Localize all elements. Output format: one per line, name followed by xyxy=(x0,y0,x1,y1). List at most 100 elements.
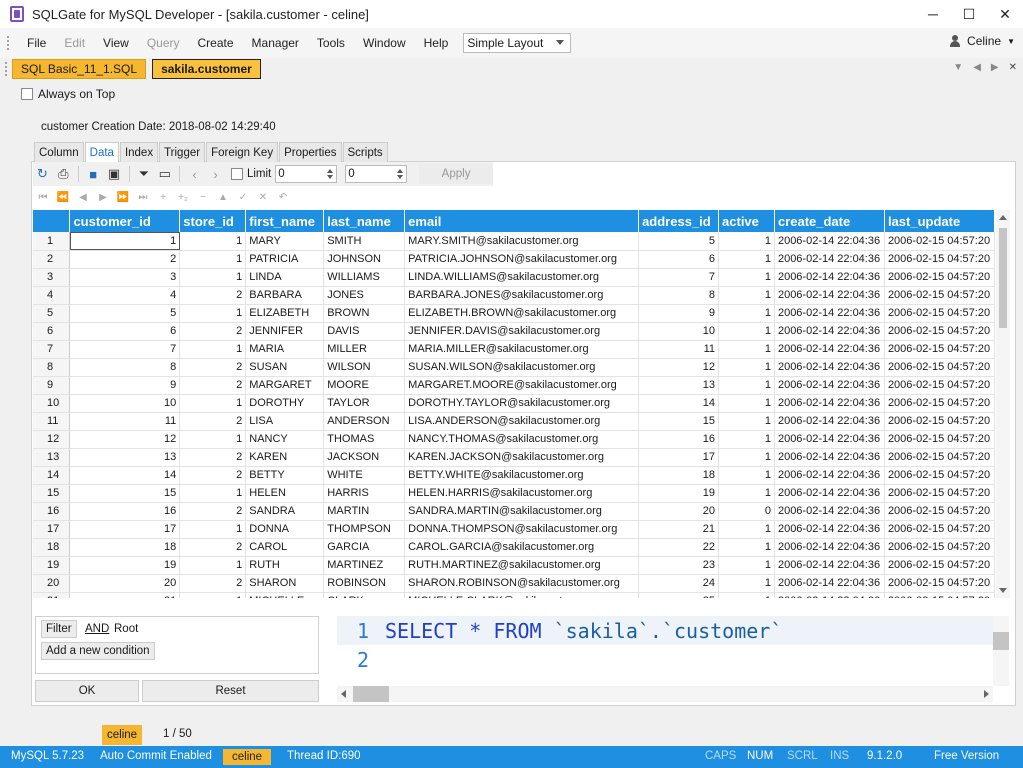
grid-cell[interactable]: 2006-02-14 22:04:36 xyxy=(774,520,885,539)
spinner-down-icon[interactable] xyxy=(397,175,404,179)
tab-column[interactable]: Column xyxy=(34,142,84,162)
grid-cell[interactable]: MARTIN xyxy=(323,502,406,521)
row-number-cell[interactable]: 13 xyxy=(33,448,71,467)
grid-cell[interactable]: MOORE xyxy=(323,376,406,395)
grid-cell[interactable]: BROWN xyxy=(323,304,406,323)
grid-cell[interactable]: RUTH.MARTINEZ@sakilacustomer.org xyxy=(404,556,640,575)
tab-properties[interactable]: Properties xyxy=(279,142,342,162)
grid-cell[interactable]: 2 xyxy=(179,412,247,431)
grid-cell[interactable]: 5 xyxy=(638,232,720,251)
grid-cell[interactable]: 2006-02-15 04:57:20 xyxy=(884,232,995,251)
grid-cell[interactable]: 2006-02-15 04:57:20 xyxy=(884,412,995,431)
grid-cell[interactable]: 2006-02-14 22:04:36 xyxy=(774,250,885,269)
grid-cell[interactable]: 2006-02-15 04:57:20 xyxy=(884,556,995,575)
grid-cell[interactable]: 2006-02-14 22:04:36 xyxy=(774,430,885,449)
table-row[interactable]: 17 17 1 DONNA THOMPSON DONNA.THOMPSON@sakilac… xyxy=(33,520,995,539)
grid-cell[interactable]: 2006-02-14 22:04:36 xyxy=(774,304,885,323)
doc-tab-sakila-customer[interactable]: sakila.customer xyxy=(152,59,261,79)
grid-cell[interactable]: 16 xyxy=(69,502,181,521)
grid-cell[interactable]: 2006-02-15 04:57:20 xyxy=(884,340,995,359)
row-number-cell[interactable]: 17 xyxy=(33,520,71,539)
grid-cell[interactable]: 14 xyxy=(638,394,720,413)
grid-cell[interactable]: 1 xyxy=(179,484,247,503)
limit-to-spinner[interactable]: 0 xyxy=(345,165,408,183)
code-line[interactable]: 2 xyxy=(337,645,385,674)
column-header[interactable]: first_name xyxy=(245,210,325,232)
grid-cell[interactable]: DAVIS xyxy=(323,322,406,341)
grid-cell[interactable]: BARBARA.JONES@sakilacustomer.org xyxy=(404,286,640,305)
grid-cell[interactable]: 2006-02-15 04:57:20 xyxy=(884,358,995,377)
grid-cell[interactable]: CLARK xyxy=(323,592,406,598)
grid-cell[interactable]: 1 xyxy=(179,250,247,269)
grid-cell[interactable]: RUTH xyxy=(245,556,325,575)
grid-cell[interactable]: 11 xyxy=(69,412,181,431)
grid-cell[interactable]: SHARON.ROBINSON@sakilacustomer.org xyxy=(404,574,640,593)
grid-cell[interactable]: CAROL xyxy=(245,538,325,557)
grid-cell[interactable]: 2006-02-15 04:57:20 xyxy=(884,466,995,485)
menu-create[interactable]: Create xyxy=(189,36,243,50)
grid-cell[interactable]: 1 xyxy=(718,538,775,557)
grid-cell[interactable]: 1 xyxy=(718,394,775,413)
grid-cell[interactable]: 1 xyxy=(718,430,775,449)
grid-cell[interactable]: 3 xyxy=(69,268,181,287)
grid-cell[interactable]: MARIA.MILLER@sakilacustomer.org xyxy=(404,340,640,359)
close-button[interactable]: ✕ xyxy=(987,0,1023,28)
apply-button[interactable]: Apply xyxy=(419,164,493,184)
table-row[interactable]: 21211MICHELLECLARKMICHELLE.CLARK@sakilac… xyxy=(33,592,995,598)
grid-cell[interactable]: 20 xyxy=(638,502,720,521)
grid-cell[interactable]: 2006-02-14 22:04:36 xyxy=(774,592,885,598)
grid-cell[interactable]: HARRIS xyxy=(323,484,406,503)
grid-view-icon[interactable]: ▭ xyxy=(155,164,174,184)
grid-cell[interactable]: LINDA xyxy=(245,268,325,287)
menu-window[interactable]: Window xyxy=(354,36,415,50)
previous-page-records-icon[interactable]: ⏪ xyxy=(53,192,73,203)
scroll-down-icon[interactable] xyxy=(999,588,1007,593)
grid-cell[interactable]: 2006-02-15 04:57:20 xyxy=(884,484,995,503)
add-multiple-icon[interactable]: +₂ xyxy=(173,192,193,203)
column-header[interactable]: active xyxy=(718,210,775,232)
grid-cell[interactable]: 2006-02-14 22:04:36 xyxy=(774,538,885,557)
row-number-cell[interactable]: 5 xyxy=(33,304,71,323)
grid-cell[interactable]: 15 xyxy=(638,412,720,431)
grid-cell[interactable]: 8 xyxy=(638,286,720,305)
limit-from-spinner[interactable]: 0 xyxy=(275,165,338,183)
row-number-cell[interactable]: 3 xyxy=(33,268,71,287)
grid-cell[interactable]: 2006-02-15 04:57:20 xyxy=(884,538,995,557)
grid-cell[interactable]: 8 xyxy=(69,358,181,377)
grid-cell[interactable]: 2006-02-14 22:04:36 xyxy=(774,448,885,467)
delete-record-icon[interactable]: − xyxy=(193,192,213,203)
grid-cell[interactable]: KAREN xyxy=(245,448,325,467)
table-row[interactable]: 16 16 2 SANDRA MARTIN SANDRA.MARTIN@sakilacus… xyxy=(33,502,995,521)
grid-cell[interactable]: 7 xyxy=(69,340,181,359)
grid-cell[interactable]: 2006-02-15 04:57:20 xyxy=(884,448,995,467)
grid-cell[interactable]: 2006-02-15 04:57:20 xyxy=(884,376,995,395)
row-number-cell[interactable]: 8 xyxy=(33,358,71,377)
grid-cell[interactable]: BETTY.WHITE@sakilacustomer.org xyxy=(404,466,640,485)
grid-cell[interactable]: 2006-02-14 22:04:36 xyxy=(774,376,885,395)
move-up-icon[interactable]: ▲ xyxy=(213,192,233,203)
grid-cell[interactable]: 15 xyxy=(69,484,181,503)
grid-cell[interactable]: 1 xyxy=(718,574,775,593)
table-row[interactable]: 1 1 1 MARY SMITH MARY.SMITH@sakilacustomer.or… xyxy=(33,232,995,251)
grid-cell[interactable]: 2006-02-14 22:04:36 xyxy=(774,322,885,341)
row-number-cell[interactable]: 18 xyxy=(33,538,71,557)
grid-cell[interactable]: 1 xyxy=(179,520,247,539)
grid-cell[interactable]: MARY.SMITH@sakilacustomer.org xyxy=(404,232,640,251)
grid-cell[interactable]: BETTY xyxy=(245,466,325,485)
grid-cell[interactable]: 1 xyxy=(179,430,247,449)
grid-cell[interactable]: 2006-02-14 22:04:36 xyxy=(774,556,885,575)
row-number-cell[interactable]: 19 xyxy=(33,556,71,575)
editor-vertical-scrollbar[interactable] xyxy=(993,616,1009,686)
grid-cell[interactable]: 2006-02-14 22:04:36 xyxy=(774,358,885,377)
grid-cell[interactable]: ANDERSON xyxy=(323,412,406,431)
tab-close-icon[interactable]: ✕ xyxy=(1009,62,1017,73)
tab-data[interactable]: Data xyxy=(84,142,119,162)
grid-cell[interactable]: 12 xyxy=(638,358,720,377)
table-row[interactable]: 8 8 2 SUSAN WILSON SUSAN.WILSON@sakilacustome… xyxy=(33,358,995,377)
add-record-icon[interactable]: + xyxy=(153,192,173,203)
grid-cell[interactable]: 12 xyxy=(69,430,181,449)
tab-next-icon[interactable]: ▶ xyxy=(991,62,999,73)
scroll-up-icon[interactable] xyxy=(999,215,1007,220)
table-row[interactable]: 2 2 1 PATRICIA JOHNSON PATRICIA.JOHNSON@sakil… xyxy=(33,250,995,269)
spinner-down-icon[interactable] xyxy=(327,175,334,179)
